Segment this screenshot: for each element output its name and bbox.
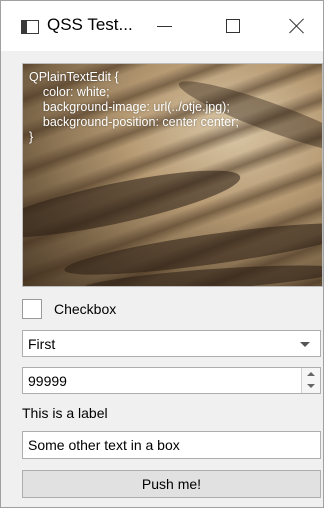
app-window: QSS Test... QPlainTextEdit { color: whit…	[0, 0, 324, 508]
window-title: QSS Test...	[47, 15, 133, 34]
close-button[interactable]	[269, 1, 324, 51]
combo-box[interactable]: First	[22, 330, 321, 357]
line-edit-value: Some other text in a box	[28, 437, 180, 453]
checkbox-label: Checkbox	[54, 301, 117, 317]
chevron-down-icon[interactable]	[300, 342, 310, 347]
window-app-icon	[21, 20, 39, 34]
maximize-button[interactable]	[205, 1, 261, 51]
minimize-icon	[156, 25, 172, 27]
arrow-up-icon[interactable]	[302, 368, 320, 380]
text-edit-content: QPlainTextEdit { color: white; backgroun…	[29, 70, 239, 144]
spin-box[interactable]: 99999	[22, 367, 321, 394]
spin-value: 99999	[28, 373, 67, 389]
plain-text-edit[interactable]: QPlainTextEdit { color: white; backgroun…	[22, 63, 323, 287]
combo-value: First	[28, 336, 56, 352]
arrow-down-icon[interactable]	[302, 381, 320, 393]
push-button[interactable]: Push me!	[22, 470, 321, 498]
close-icon	[289, 18, 305, 34]
checkbox-box[interactable]	[22, 299, 42, 319]
spin-buttons	[301, 368, 320, 393]
title-bar[interactable]: QSS Test...	[1, 1, 323, 51]
static-label: This is a label	[22, 405, 108, 421]
checkbox[interactable]: Checkbox	[22, 298, 116, 320]
minimize-button[interactable]	[136, 1, 192, 51]
maximize-icon	[226, 19, 240, 33]
line-edit[interactable]: Some other text in a box	[22, 431, 321, 459]
